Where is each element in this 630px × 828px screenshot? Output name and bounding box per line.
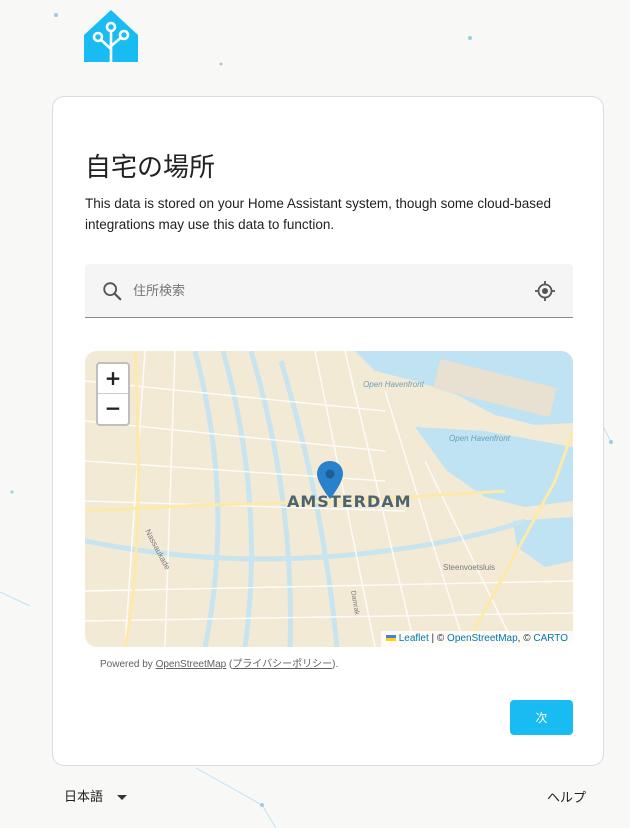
attribution-separator-1: | © [428, 633, 448, 644]
zoom-out-button[interactable]: − [98, 394, 128, 424]
search-icon [103, 282, 122, 301]
help-link[interactable]: ヘルプ [547, 787, 586, 806]
language-label: 日本語 [64, 790, 104, 805]
chevron-down-icon [117, 795, 128, 800]
carto-link[interactable]: CARTO [533, 633, 568, 644]
address-search-field[interactable] [85, 264, 573, 318]
powered-osm-link[interactable]: OpenStreetMap [156, 659, 227, 670]
home-assistant-logo-icon [84, 10, 138, 64]
map-attribution: Leaflet | © OpenStreetMap, © CARTO [380, 631, 573, 647]
map-city-label: AMSTERDAM [287, 492, 412, 511]
address-search-input[interactable] [131, 278, 515, 304]
map-label-open-havenfront-1: Open Havenfront [363, 380, 425, 389]
location-map[interactable]: Open Havenfront Open Havenfront Nassauka… [85, 351, 573, 647]
map-label-steenvoetsluis: Steenvoetsluis [443, 563, 495, 572]
onboarding-card: 自宅の場所 This data is stored on your Home A… [52, 96, 604, 766]
powered-by-text: Powered by OpenStreetMap (プライバシーポリシー). [100, 655, 338, 670]
next-button[interactable]: 次 [510, 700, 573, 735]
page-description: This data is stored on your Home Assista… [85, 196, 551, 232]
powered-paren-close: ). [332, 659, 339, 670]
language-selector[interactable]: 日本語 [64, 786, 128, 806]
my-location-icon[interactable] [533, 279, 557, 303]
map-marker-icon[interactable] [317, 461, 343, 499]
map-zoom-control: + − [96, 362, 130, 426]
map-tiles[interactable]: Open Havenfront Open Havenfront Nassauka… [85, 351, 573, 647]
powered-by-prefix: Powered by [100, 659, 156, 670]
attribution-separator-2: , © [517, 633, 534, 644]
privacy-policy-link[interactable]: プライバシーポリシー [232, 659, 332, 670]
ukraine-flag-icon [385, 635, 396, 642]
osm-link[interactable]: OpenStreetMap [447, 633, 518, 644]
map-label-open-havenfront-2: Open Havenfront [449, 434, 511, 443]
page-title: 自宅の場所 [85, 153, 216, 183]
zoom-in-button[interactable]: + [98, 364, 128, 394]
leaflet-link[interactable]: Leaflet [399, 633, 429, 644]
